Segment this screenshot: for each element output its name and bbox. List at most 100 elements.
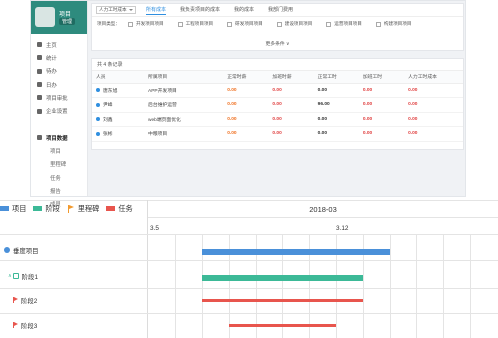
cell-value: 唐东旭: [103, 88, 118, 94]
nav-icon: [37, 55, 42, 61]
legend-swatch: [33, 206, 43, 211]
project-icon: [4, 247, 10, 253]
avatar[interactable]: [35, 7, 55, 27]
project-type-checkbox[interactable]: 运营项目项目: [326, 21, 362, 27]
collapse-caret-icon[interactable]: ∧: [8, 273, 12, 279]
column-header[interactable]: 加班时薪: [268, 71, 314, 84]
cell-value: APP开发项目: [148, 88, 177, 94]
cell-value: 后台维护运营: [148, 103, 177, 109]
project-type-checkbox[interactable]: 工程项目项目: [177, 21, 213, 27]
sidebar-item[interactable]: 报告: [31, 184, 87, 197]
sidebar-item[interactable]: 日办: [31, 78, 87, 91]
gantt-row-label[interactable]: 阶段3: [12, 319, 37, 331]
sidebar-item[interactable]: 统计: [31, 51, 87, 64]
cell-value: 0.00: [317, 116, 327, 122]
column-header[interactable]: 所属项目: [144, 71, 224, 84]
column-header[interactable]: 人员: [92, 71, 145, 84]
table-cell: 唐东旭: [92, 83, 145, 98]
checkbox-icon[interactable]: [177, 21, 183, 27]
sidebar-item-label: 项目: [50, 149, 61, 156]
cell-value: 0.00: [362, 87, 373, 93]
column-header[interactable]: 人力工时成本: [404, 71, 463, 84]
sidebar-item[interactable]: 项目: [31, 144, 87, 157]
table-row[interactable]: 刘鑫 web端页面优化 0.00 0.00 0.00 0.00 0.00: [92, 112, 463, 127]
profile-tag: 管理: [59, 18, 76, 25]
filter-topbar: 人力工时成本 所有成本 我负责项目的成本 我的成本 我部门费用: [92, 4, 463, 17]
project-type-checkbox[interactable]: 开发项目项目: [127, 21, 164, 27]
table-cell: 0.00: [313, 126, 359, 142]
record-count: 共 4 条记录: [92, 59, 463, 71]
cell-value: 0.00: [272, 87, 282, 93]
column-header[interactable]: 加班工时: [358, 71, 405, 84]
cell-value: 0.00: [317, 87, 327, 93]
table-row[interactable]: 张彬 中粮项目 0.00 0.00 0.00 0.00 0.00: [92, 126, 463, 142]
gantt-bar-phase2[interactable]: [202, 299, 363, 302]
checkbox-icon[interactable]: [127, 21, 133, 27]
sidebar-item[interactable]: 任务: [31, 171, 87, 184]
filter-tab[interactable]: 我部门费用: [268, 6, 293, 15]
table-cell: 0.00: [313, 112, 359, 127]
sidebar-nav: 主页 统计 待办 日办 项目审批 企业设置 项目数据 项目 里程碑 任务 报告 成员: [31, 34, 87, 211]
cell-value: 0.00: [408, 116, 418, 122]
table-row[interactable]: 尹峰 后台维护运营 0.00 0.00 96.00 0.00 0.00: [92, 97, 463, 113]
cell-value: 0.00: [227, 87, 237, 93]
table-row[interactable]: 唐东旭 APP开发项目 0.00 0.00 0.00 0.00 0.00: [92, 83, 463, 98]
row-divider: [0, 313, 498, 314]
project-type-checkbox[interactable]: 构建项目项目: [375, 21, 411, 27]
cell-value: 96.00: [317, 102, 330, 108]
project-type-checkbox[interactable]: 建设项目项目: [276, 21, 312, 27]
sidebar-item-label: 报告: [50, 188, 61, 195]
column-header[interactable]: 正常时薪: [223, 71, 269, 84]
table-cell: 尹峰: [92, 97, 145, 113]
gantt-bar-phase3[interactable]: [229, 324, 336, 327]
checkbox-icon[interactable]: [276, 21, 282, 27]
sidebar-item[interactable]: 项目审批: [31, 91, 87, 104]
project-type-label: 研发项目项目: [235, 21, 263, 26]
filter-tab[interactable]: 我的成本: [234, 6, 254, 15]
gantt-row-label[interactable]: 阶段2: [12, 294, 37, 306]
cost-type-select[interactable]: 人力工时成本: [96, 6, 136, 14]
sidebar-item-label: 任务: [50, 175, 61, 182]
table-cell: 0.00: [223, 83, 269, 98]
gantt-bar-project[interactable]: [202, 249, 390, 255]
column-header[interactable]: 正常工时: [313, 71, 359, 84]
table-cell: 0.00: [268, 126, 314, 142]
table-cell: 后台维护运营: [144, 97, 224, 113]
project-type-filter: 项目类型： 开发项目项目 工程项目项目 研发项目项目 建设项目项目 运营项目项目 构建项目…: [92, 17, 463, 31]
table-cell: 0.00: [223, 126, 269, 142]
gantt-splitter[interactable]: [147, 200, 148, 338]
cell-value: 尹峰: [103, 103, 113, 109]
table-cell: web端页面优化: [144, 112, 224, 127]
table-cell: 0.00: [358, 97, 405, 113]
gantt-row-label[interactable]: ∧ 阶段1: [8, 270, 38, 282]
sidebar-item[interactable]: 待办: [31, 65, 87, 78]
cell-value: 0.00: [362, 102, 373, 108]
table-cell: 0.00: [268, 97, 314, 113]
gantt-row-name: 阶段3: [21, 322, 38, 330]
gantt-chart: 项目 阶段 里程碑 任务 2018-03 3.5 3.12 垂度项目 ∧ 阶段1 阶段2 阶段…: [0, 200, 498, 338]
legend-label: 阶段: [45, 203, 60, 213]
sidebar-item[interactable]: [31, 118, 87, 131]
sidebar-item[interactable]: 里程碑: [31, 158, 87, 171]
checkbox-icon[interactable]: [326, 21, 332, 27]
cell-value: 中粮项目: [148, 132, 168, 138]
filter-tab[interactable]: 所有成本: [146, 6, 167, 15]
checkbox-icon[interactable]: [375, 21, 381, 27]
sidebar-item-label: 里程碑: [50, 162, 67, 169]
table-header-row: 人员 所属项目 正常时薪 加班时薪 正常工时 加班工时 人力工时成本: [92, 71, 463, 84]
cost-report-window: 项目 管理 主页 统计 待办 日办 项目审批 企业设置 项目数据 项目 里程碑 任务 报告 成员 人力…: [30, 0, 466, 208]
legend-item: 阶段: [33, 203, 60, 214]
sidebar-item[interactable]: 企业设置: [31, 104, 87, 117]
sidebar-item[interactable]: 项目数据: [31, 131, 87, 144]
checkbox-icon[interactable]: [227, 21, 233, 27]
cell-value: 0.00: [362, 131, 373, 137]
grid-line: [443, 235, 444, 338]
grid-line: [390, 235, 391, 338]
more-conditions-toggle[interactable]: 更多条件 ∨: [92, 40, 463, 47]
gantt-row-label[interactable]: 垂度项目: [4, 244, 39, 256]
filter-tab[interactable]: 我负责项目的成本: [180, 6, 220, 15]
project-type-checkbox[interactable]: 研发项目项目: [227, 21, 263, 27]
gantt-bar-phase1[interactable]: [202, 275, 363, 281]
sidebar-item[interactable]: 主页: [31, 38, 87, 51]
filter-panel: 人力工时成本 所有成本 我负责项目的成本 我的成本 我部门费用 项目类型： 开发项目项…: [91, 3, 464, 51]
